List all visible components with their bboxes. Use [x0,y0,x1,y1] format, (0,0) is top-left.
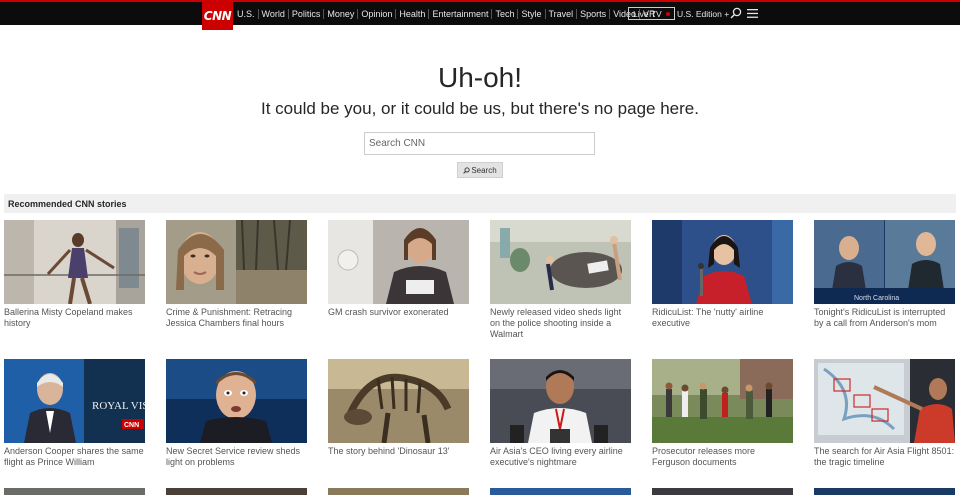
story-thumbnail[interactable] [4,488,145,495]
nav-item-money[interactable]: Money [324,8,359,19]
story-card[interactable]: Prosecutor releases more Ferguson docume… [652,359,793,468]
nav-item-us[interactable]: U.S. [237,8,259,19]
story-thumbnail[interactable]: North Carolina [814,220,955,304]
story-card[interactable]: Air Asia's CEO living every airline exec… [490,359,631,468]
story-card[interactable] [652,488,793,495]
story-thumbnail[interactable] [490,359,631,443]
story-thumbnail[interactable] [814,488,955,495]
story-thumbnail[interactable] [4,220,145,304]
north-carolina-label: North Carolina [854,295,899,302]
search-button-label: Search [471,165,497,175]
story-caption[interactable]: GM crash survivor exonerated [328,307,469,318]
story-caption[interactable]: Air Asia's CEO living every airline exec… [490,446,631,468]
story-caption[interactable]: Crime & Punishment: Retracing Jessica Ch… [166,307,307,329]
story-card[interactable]: Newly released video sheds light on the … [490,220,631,340]
nav-item-politics[interactable]: Politics [289,8,325,19]
story-thumbnail[interactable] [328,359,469,443]
nav-item-travel[interactable]: Travel [546,8,578,19]
search-icon[interactable] [730,7,742,19]
story-caption[interactable]: The story behind 'Dinosaur 13' [328,446,469,457]
story-caption[interactable]: Ballerina Misty Copeland makes history [4,307,145,329]
nav-item-opinion[interactable]: Opinion [358,8,397,19]
story-thumbnail[interactable] [166,359,307,443]
story-thumbnail[interactable] [652,359,793,443]
nav-item-health[interactable]: Health [396,8,430,19]
story-card[interactable] [490,488,631,495]
story-caption[interactable]: Anderson Cooper shares the same flight a… [4,446,145,468]
story-card[interactable] [814,488,955,495]
royal-visit-text: ROYAL VISIT [92,400,145,412]
cnn-bug-text: CNN [124,422,139,429]
edition-selector[interactable]: U.S. Edition + [677,2,729,25]
page-title: Uh-oh! [437,62,523,93]
live-dot-icon [665,11,670,16]
main-nav: U.S. World Politics Money Opinion Health… [237,2,659,25]
page-subtitle: It could be you, or it could be us, but … [261,99,699,118]
search-input[interactable] [364,132,595,155]
live-tv-label: Live TV [633,8,662,19]
story-caption[interactable]: Newly released video sheds light on the … [490,307,631,340]
story-thumbnail[interactable] [166,220,307,304]
story-card[interactable] [166,488,307,495]
story-caption[interactable]: New Secret Service review sheds light on… [166,446,307,468]
story-card[interactable]: GM crash survivor exonerated [328,220,469,318]
story-card[interactable]: The story behind 'Dinosaur 13' [328,359,469,457]
top-nav-bar: CNN U.S. World Politics Money Opinion He… [0,0,960,30]
story-thumbnail[interactable] [652,488,793,495]
story-thumbnail[interactable] [652,220,793,304]
story-card[interactable]: New Secret Service review sheds light on… [166,359,307,468]
story-thumbnail[interactable] [328,220,469,304]
story-card[interactable]: RidicuList: The 'nutty' airline executiv… [652,220,793,329]
story-card[interactable]: Ballerina Misty Copeland makes history [4,220,145,329]
nav-item-world[interactable]: World [259,8,289,19]
search-button[interactable]: Search [457,162,503,178]
nav-item-entertainment[interactable]: Entertainment [429,8,493,19]
story-thumbnail[interactable] [814,359,955,443]
story-card[interactable]: The search for Air Asia Flight 8501: the… [814,359,955,468]
story-card[interactable] [328,488,469,495]
story-card[interactable]: ROYAL VISIT CNN Anderson Cooper shares t… [4,359,145,468]
cnn-logo[interactable]: CNN [202,2,233,30]
story-caption[interactable]: Prosecutor releases more Ferguson docume… [652,446,793,468]
recommended-heading: Recommended CNN stories [4,194,956,213]
nav-item-style[interactable]: Style [518,8,546,19]
story-caption[interactable]: Tonight's RidicuList is interrupted by a… [814,307,955,329]
nav-item-tech[interactable]: Tech [492,8,519,19]
story-card[interactable]: Crime & Punishment: Retracing Jessica Ch… [166,220,307,329]
hamburger-menu-icon[interactable] [747,9,758,18]
nav-item-sports[interactable]: Sports [577,8,611,19]
story-thumbnail[interactable] [490,220,631,304]
story-thumbnail[interactable] [490,488,631,495]
story-thumbnail[interactable] [328,488,469,495]
story-thumbnail[interactable] [166,488,307,495]
story-caption[interactable]: RidicuList: The 'nutty' airline executiv… [652,307,793,329]
story-card[interactable] [4,488,145,495]
story-thumbnail[interactable]: ROYAL VISIT CNN [4,359,145,443]
search-icon [463,166,470,174]
story-card[interactable]: North Carolina Tonight's RidicuList is i… [814,220,955,329]
story-caption[interactable]: The search for Air Asia Flight 8501: the… [814,446,955,468]
live-tv-button[interactable]: Live TV [628,7,675,20]
